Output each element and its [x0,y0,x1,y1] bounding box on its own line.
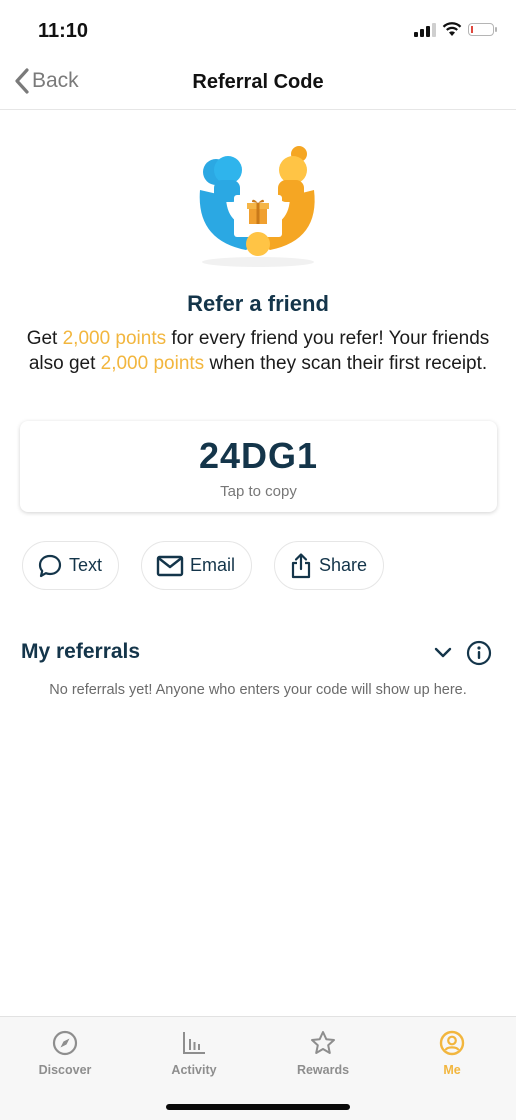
share-options: Text Email Share [22,541,385,590]
share-label: Share [319,555,368,575]
info-icon[interactable] [466,640,492,666]
tab-rewards[interactable]: Rewards [273,1029,373,1077]
refer-description: Get 2,000 points for every friend you re… [20,326,496,376]
status-icons [414,22,497,37]
tab-me[interactable]: Me [402,1029,502,1077]
tap-to-copy-hint: Tap to copy [220,483,297,500]
home-indicator [166,1104,350,1110]
bar-chart-icon [183,1032,205,1054]
text-share-button[interactable]: Text [22,541,120,590]
points-highlight: 2,000 points [62,328,167,349]
email-share-button[interactable]: Email [141,541,253,590]
refer-title: Refer a friend [187,291,329,316]
compass-icon [52,1030,78,1056]
refer-friends-illustration [186,140,330,272]
text-share-label: Text [69,555,103,575]
gift-icon [247,199,269,224]
cellular-signal-icon [414,22,436,37]
share-icon [291,552,311,578]
star-icon [311,1031,335,1054]
refer-line1-post: for every friend you refer! [166,328,384,349]
chat-bubble-icon [38,554,62,577]
referral-code-card[interactable]: 24DG1 Tap to copy [20,421,497,512]
my-referrals-title: My referrals [21,640,141,663]
status-bar: 11:10 [0,0,516,58]
refer-line1-pre: Get [26,328,63,349]
page-title: Referral Code [192,71,324,93]
tab-discover-label: Discover [38,1063,92,1077]
email-share-label: Email [190,555,236,575]
tab-bar: Discover Activity Rewards Me [0,1016,516,1120]
referrals-empty-message: No referrals yet! Anyone who enters your… [49,682,467,698]
chevron-down-icon[interactable] [434,647,452,659]
wifi-icon [442,22,462,36]
tab-activity-label: Activity [171,1063,217,1077]
status-time: 11:10 [38,20,89,42]
battery-icon [468,23,497,36]
my-referrals-header: My referrals [21,640,492,668]
envelope-icon [156,555,184,576]
referrals-actions [434,640,492,666]
tab-me-label: Me [443,1063,461,1077]
points-highlight: 2,000 points [100,353,205,374]
tab-activity[interactable]: Activity [144,1029,244,1077]
tab-rewards-label: Rewards [296,1063,350,1077]
share-button[interactable]: Share [274,541,385,590]
navigation-bar: Back Referral Code [0,58,516,110]
tab-discover[interactable]: Discover [15,1029,115,1077]
referral-code: 24DG1 [198,435,319,476]
user-circle-icon [439,1030,465,1056]
refer-line2-post: when they scan their first receipt. [204,353,488,374]
